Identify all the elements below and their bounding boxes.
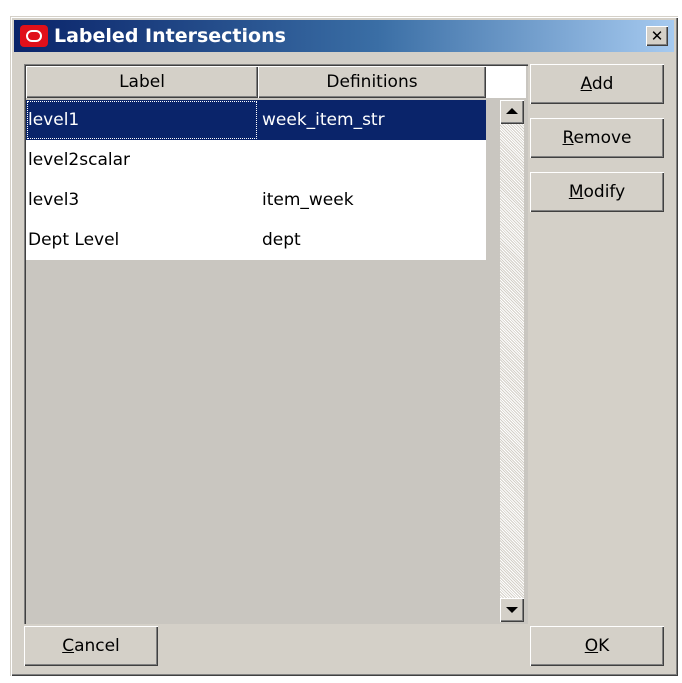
add-label-rest: dd — [591, 74, 614, 94]
modify-label-rest: odify — [583, 182, 626, 202]
remove-button[interactable]: Remove — [530, 118, 664, 158]
row-definition-cell[interactable]: week_item_str — [258, 100, 486, 140]
cancel-label-rest: ancel — [74, 636, 120, 656]
remove-mnemonic: R — [562, 128, 574, 148]
close-icon: ✕ — [650, 27, 664, 45]
cancel-button[interactable]: Cancel — [24, 626, 158, 666]
title-bar[interactable]: Labeled Intersections ✕ — [14, 20, 674, 52]
column-header-definitions[interactable]: Definitions — [258, 66, 486, 98]
table-row[interactable]: level3 item_week — [26, 180, 486, 220]
modify-mnemonic: M — [568, 182, 584, 202]
header-spacer — [486, 66, 526, 98]
scroll-up-button[interactable] — [500, 100, 524, 124]
vertical-scrollbar[interactable] — [500, 100, 524, 622]
scroll-down-arrow-icon — [506, 607, 518, 613]
modify-button[interactable]: Modify — [530, 172, 664, 212]
row-definition-cell[interactable]: dept — [258, 220, 486, 260]
ok-button[interactable]: OK — [530, 626, 664, 666]
add-mnemonic: A — [580, 74, 592, 94]
row-definition-cell[interactable]: item_week — [258, 180, 486, 220]
window-title: Labeled Intersections — [54, 25, 286, 47]
add-button[interactable]: Add — [530, 64, 664, 104]
table-row[interactable]: level1 week_item_str — [26, 100, 486, 140]
row-label-cell[interactable]: level1 — [26, 100, 258, 140]
row-label-cell[interactable]: level3 — [26, 180, 258, 220]
cancel-mnemonic: C — [62, 636, 75, 656]
ok-mnemonic: O — [584, 636, 599, 656]
oracle-logo-icon — [20, 25, 48, 47]
row-label-cell[interactable]: level2scalar — [26, 140, 258, 180]
dialog-window: Labeled Intersections ✕ Label Definition… — [10, 16, 678, 676]
row-label-cell[interactable]: Dept Level — [26, 220, 258, 260]
row-definition-cell[interactable] — [258, 140, 486, 180]
remove-label-rest: emove — [573, 128, 632, 148]
ok-label-rest: K — [598, 636, 610, 656]
scroll-down-button[interactable] — [500, 598, 524, 622]
table-row[interactable]: Dept Level dept — [26, 220, 486, 260]
table-row[interactable]: level2scalar — [26, 140, 486, 180]
scroll-up-arrow-icon — [506, 108, 518, 114]
intersections-grid[interactable]: Label Definitions level1 week_item_str l… — [24, 64, 528, 624]
column-header-label[interactable]: Label — [26, 66, 258, 98]
close-button[interactable]: ✕ — [646, 26, 668, 46]
